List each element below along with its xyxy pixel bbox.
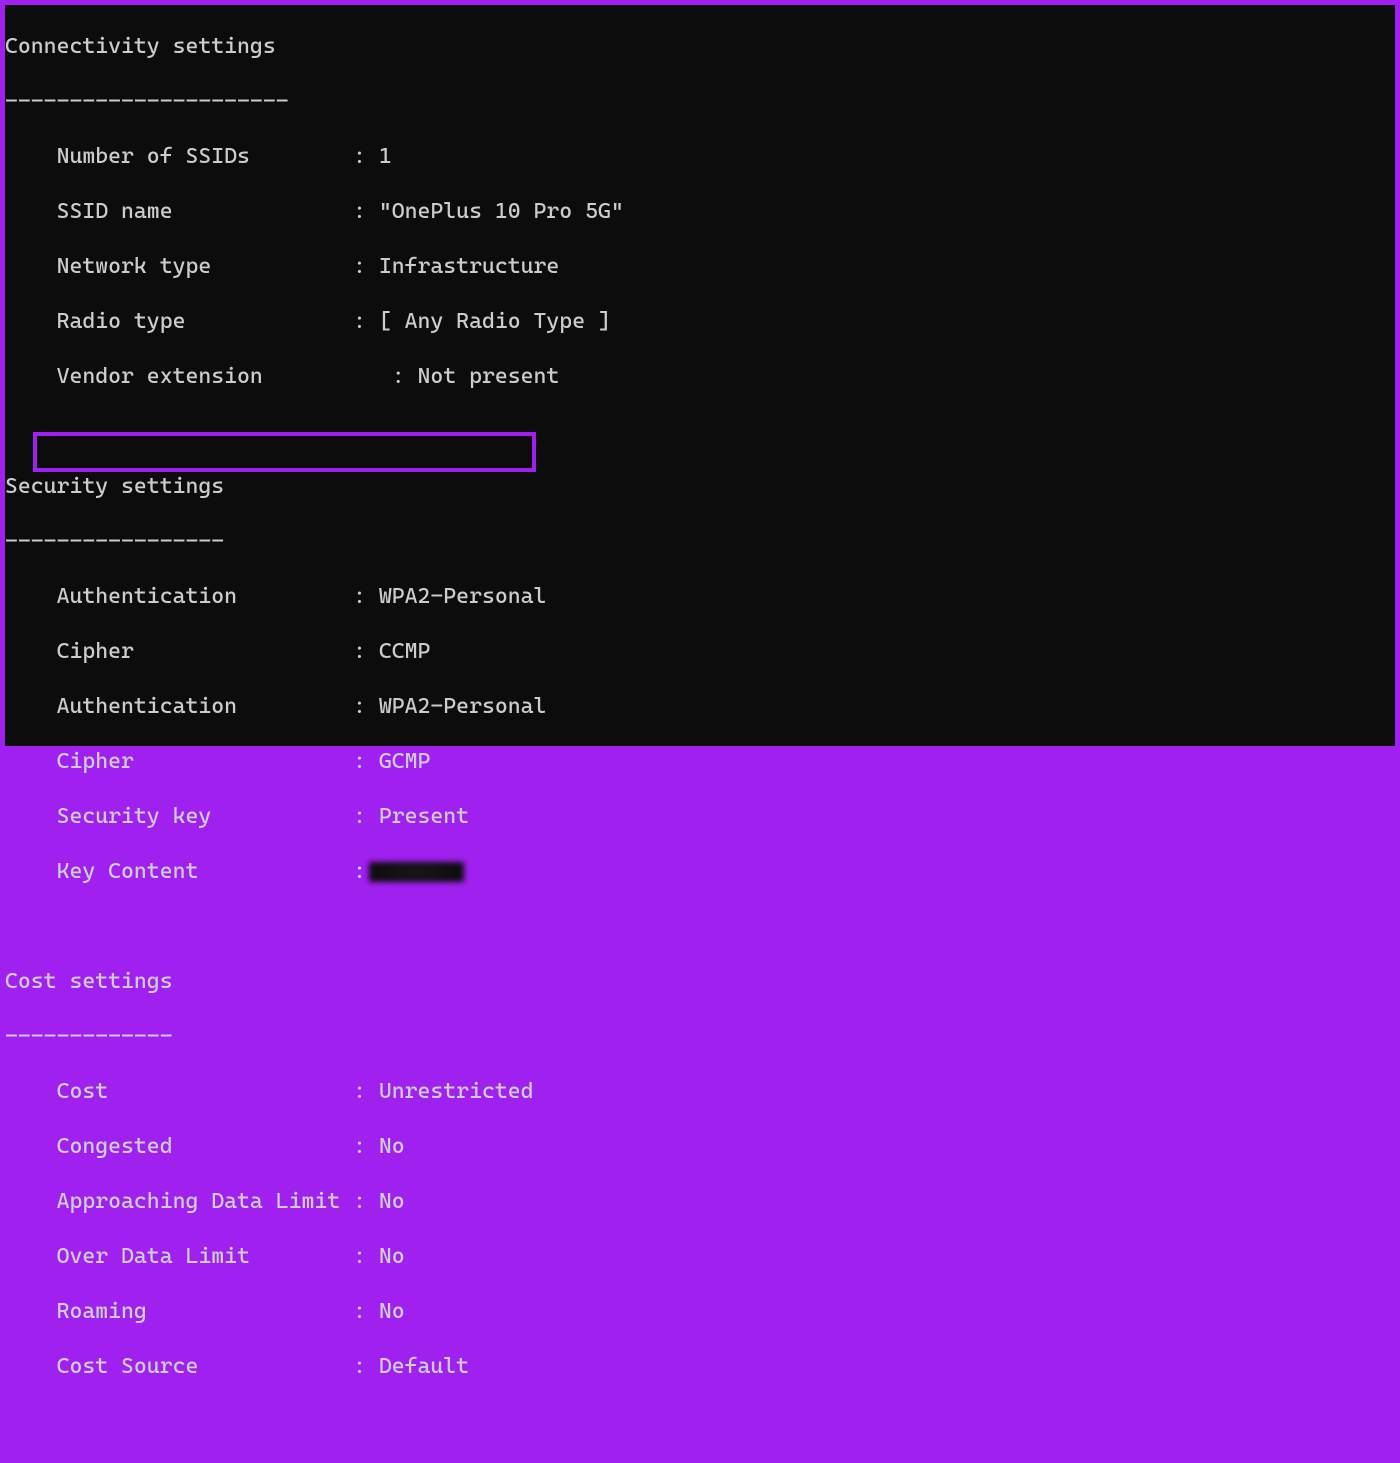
section-title-connectivity: Connectivity settings <box>5 33 1395 61</box>
section-title-cost: Cost settings <box>5 968 1395 996</box>
kv-row: Over Data Limit : No <box>5 1243 1395 1271</box>
kv-value: No <box>366 1299 405 1324</box>
kv-value: Infrastructure <box>366 254 559 279</box>
kv-value: GCMP <box>366 749 430 774</box>
kv-row: Cost Source : Default <box>5 1353 1395 1381</box>
section-divider: ---------------------- <box>5 88 1395 116</box>
terminal-output: Connectivity settings ------------------… <box>5 5 1395 746</box>
kv-label: Cipher : <box>5 749 366 774</box>
kv-value: Unrestricted <box>366 1079 534 1104</box>
kv-row: Cipher : CCMP <box>5 638 1395 666</box>
kv-label: Congested : <box>5 1134 366 1159</box>
kv-label: Vendor extension : <box>5 364 405 389</box>
kv-value: No <box>366 1134 405 1159</box>
kv-row: Congested : No <box>5 1133 1395 1161</box>
kv-value: WPA2-Personal <box>366 584 546 609</box>
kv-label: SSID name : <box>5 199 366 224</box>
kv-row: Authentication : WPA2-Personal <box>5 583 1395 611</box>
section-title-security: Security settings <box>5 473 1395 501</box>
kv-row: Radio type : [ Any Radio Type ] <box>5 308 1395 336</box>
kv-value: CCMP <box>366 639 430 664</box>
kv-row: Roaming : No <box>5 1298 1395 1326</box>
kv-value: WPA2-Personal <box>366 694 546 719</box>
kv-label: Network type : <box>5 254 366 279</box>
kv-value: Default <box>366 1354 469 1379</box>
kv-row: Security key : Present <box>5 803 1395 831</box>
kv-value: 1 <box>366 144 392 169</box>
kv-label: Over Data Limit : <box>5 1244 366 1269</box>
kv-label: Radio type : <box>5 309 366 334</box>
kv-value: No <box>366 1244 405 1269</box>
kv-row: Approaching Data Limit : No <box>5 1188 1395 1216</box>
section-divider: ----------------- <box>5 528 1395 556</box>
kv-value: [ Any Radio Type ] <box>366 309 611 334</box>
kv-label: Cost : <box>5 1079 366 1104</box>
section-divider: ------------- <box>5 1023 1395 1051</box>
kv-label: Key Content : <box>5 859 366 884</box>
kv-value: Not present <box>405 364 560 389</box>
kv-value: No <box>366 1189 405 1214</box>
kv-label: Cost Source : <box>5 1354 366 1379</box>
kv-row: Authentication : WPA2-Personal <box>5 693 1395 721</box>
kv-label: Security key : <box>5 804 366 829</box>
kv-value: Present <box>366 804 469 829</box>
kv-row: Cost : Unrestricted <box>5 1078 1395 1106</box>
kv-label: Number of SSIDs : <box>5 144 366 169</box>
kv-row: Vendor extension : Not present <box>5 363 1395 391</box>
kv-label: Roaming : <box>5 1299 366 1324</box>
redacted-value <box>369 862 464 882</box>
kv-row: SSID name : "OnePlus 10 Pro 5G" <box>5 198 1395 226</box>
kv-value: "OnePlus 10 Pro 5G" <box>366 199 624 224</box>
kv-row: Cipher : GCMP <box>5 748 1395 776</box>
blank-line <box>5 418 1395 446</box>
kv-label: Authentication : <box>5 584 366 609</box>
kv-row-key-content: Key Content : <box>5 858 1395 886</box>
blank-line <box>5 913 1395 941</box>
kv-label: Approaching Data Limit : <box>5 1189 366 1214</box>
kv-label: Authentication : <box>5 694 366 719</box>
kv-label: Cipher : <box>5 639 366 664</box>
kv-row: Network type : Infrastructure <box>5 253 1395 281</box>
kv-row: Number of SSIDs : 1 <box>5 143 1395 171</box>
